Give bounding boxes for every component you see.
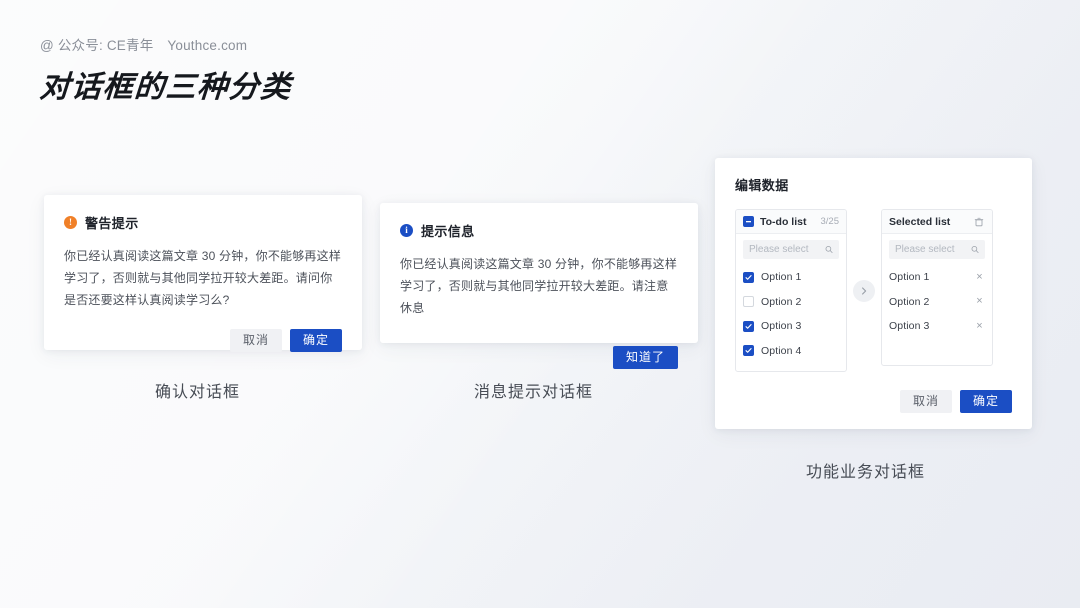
message-dialog-title: 提示信息 bbox=[421, 224, 475, 239]
list-item[interactable]: Option 2 × bbox=[882, 290, 992, 315]
option-checkbox[interactable] bbox=[743, 296, 754, 308]
message-dialog: i 提示信息 你已经认真阅读这篇文章 30 分钟，你不能够再这样学习了，否则就与… bbox=[380, 203, 698, 369]
info-circle-icon: i bbox=[400, 224, 413, 237]
confirm-button[interactable]: 确定 bbox=[289, 328, 342, 352]
transfer-target-search[interactable] bbox=[889, 240, 985, 259]
option-label: Option 1 bbox=[761, 271, 802, 284]
message-dialog-caption: 消息提示对话框 bbox=[474, 384, 594, 401]
byline: @ 公众号: CE青年 Youthce.com bbox=[40, 34, 247, 54]
transfer-source-search-input[interactable] bbox=[749, 244, 825, 255]
list-item[interactable]: Option 2 bbox=[736, 290, 846, 315]
confirm-dialog-title: 警告提示 bbox=[85, 216, 139, 231]
acknowledge-button[interactable]: 知道了 bbox=[612, 345, 678, 369]
message-dialog-body: 你已经认真阅读这篇文章 30 分钟，你不能够再这样学习了，否则就与其他同学拉开较… bbox=[400, 257, 678, 316]
transfer-move-right-button[interactable] bbox=[853, 279, 875, 302]
cancel-button[interactable]: 取消 bbox=[229, 328, 282, 352]
confirm-dialog-actions: 取消 确定 bbox=[64, 328, 342, 352]
confirm-dialog-body: 你已经认真阅读这篇文章 30 分钟，你不能够再这样学习了，否则就与其他同学拉开较… bbox=[64, 249, 342, 308]
close-icon[interactable]: × bbox=[974, 271, 985, 283]
transfer-dialog-actions: 取消 确定 bbox=[735, 390, 1012, 413]
search-icon bbox=[971, 246, 979, 253]
transfer-dialog-caption: 功能业务对话框 bbox=[806, 464, 926, 481]
transfer-dialog: 编辑数据 To-do list 3/25 Please select Optio… bbox=[715, 158, 1032, 429]
confirm-dialog: ! 警告提示 你已经认真阅读这篇文章 30 分钟，你不能够再这样学习了，否则就与… bbox=[44, 195, 362, 352]
transfer-source-search[interactable] bbox=[743, 240, 839, 259]
list-item[interactable]: Option 4 bbox=[736, 339, 846, 364]
select-all-checkbox[interactable] bbox=[743, 216, 754, 227]
transfer-target-panel: Selected list Please select Option 1 × O… bbox=[881, 209, 993, 366]
message-dialog-inner: i 提示信息 你已经认真阅读这篇文章 30 分钟，你不能够再这样学习了，否则就与… bbox=[380, 203, 698, 369]
option-label: Option 3 bbox=[761, 320, 802, 333]
close-icon[interactable]: × bbox=[974, 296, 985, 307]
transfer-dialog-title: 编辑数据 bbox=[735, 178, 789, 193]
transfer-target-search-input[interactable] bbox=[895, 244, 971, 255]
option-checkbox[interactable] bbox=[743, 345, 754, 357]
list-item[interactable]: Option 1 × bbox=[882, 265, 992, 290]
confirm-button[interactable]: 确定 bbox=[959, 390, 1012, 413]
confirm-dialog-inner: ! 警告提示 你已经认真阅读这篇文章 30 分钟，你不能够再这样学习了，否则就与… bbox=[44, 195, 362, 352]
search-icon bbox=[825, 246, 833, 253]
option-label: Option 2 bbox=[761, 295, 802, 308]
transfer-source-panel: To-do list 3/25 Please select Option 1 O… bbox=[735, 209, 847, 372]
chevron-right-icon bbox=[861, 286, 867, 295]
warning-circle-icon: ! bbox=[64, 216, 77, 229]
cancel-button[interactable]: 取消 bbox=[899, 390, 952, 413]
page-title: 对话框的三种分类 bbox=[38, 71, 293, 104]
list-item[interactable]: Option 1 bbox=[736, 265, 846, 290]
transfer-target-header: Selected list bbox=[882, 210, 992, 234]
option-label: Option 3 bbox=[889, 320, 930, 333]
close-icon[interactable]: × bbox=[974, 320, 985, 332]
trash-icon[interactable] bbox=[973, 216, 985, 228]
transfer-source-list: Option 1 Option 2 Option 3 Option 4 bbox=[736, 261, 846, 371]
byline-at-symbol: @ bbox=[40, 38, 54, 53]
option-label: Option 1 bbox=[889, 271, 930, 284]
transfer-panels: To-do list 3/25 Please select Option 1 O… bbox=[735, 209, 1012, 372]
option-checkbox[interactable] bbox=[743, 271, 754, 283]
option-label: Option 2 bbox=[889, 295, 930, 308]
list-item[interactable]: Option 3 × bbox=[882, 314, 992, 339]
transfer-source-header: To-do list 3/25 bbox=[736, 210, 846, 234]
transfer-source-label: To-do list bbox=[760, 215, 807, 228]
transfer-target-label: Selected list bbox=[889, 215, 951, 228]
transfer-target-list: Option 1 × Option 2 × Option 3 × bbox=[882, 261, 992, 365]
confirm-dialog-caption: 确认对话框 bbox=[155, 384, 241, 401]
option-checkbox[interactable] bbox=[743, 320, 754, 332]
list-item[interactable]: Option 3 bbox=[736, 314, 846, 339]
page-root: @ 公众号: CE青年 Youthce.com 对话框的三种分类 ! 警告提示 你… bbox=[0, 0, 1080, 608]
transfer-dialog-inner: 编辑数据 To-do list 3/25 Please select Optio… bbox=[715, 158, 1032, 413]
message-dialog-actions: 知道了 bbox=[400, 345, 678, 369]
option-label: Option 4 bbox=[761, 344, 802, 357]
confirm-dialog-header: ! 警告提示 bbox=[64, 213, 342, 232]
byline-account: 公众号: CE青年 bbox=[57, 38, 154, 53]
message-dialog-header: i 提示信息 bbox=[400, 221, 678, 240]
byline-site: Youthce.com bbox=[167, 38, 248, 53]
transfer-source-count: 3/25 bbox=[820, 216, 840, 227]
